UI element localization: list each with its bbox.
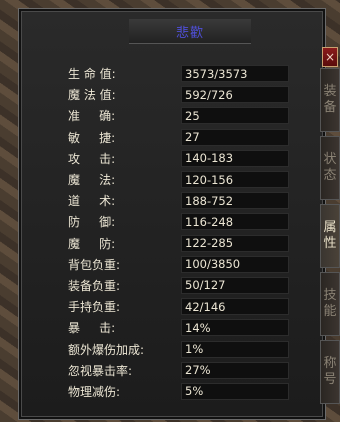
- stat-row: 生 命 值: 3573/3573: [56, 63, 296, 84]
- tab-label-char: 属: [323, 220, 337, 235]
- tab-equipment[interactable]: 装备: [320, 68, 340, 132]
- stats-list: 生 命 值: 3573/3573 魔 法 值: 592/726 准 确: 25 敏 捷: 27…: [56, 63, 296, 402]
- stat-label: 暴 击:: [68, 321, 116, 336]
- stat-value: 592/726: [181, 86, 289, 104]
- tab-label-char: 备: [323, 100, 337, 115]
- stat-row: 装备负重: 50/127: [56, 275, 296, 296]
- stat-row: 道 术: 188-752: [56, 190, 296, 211]
- stat-row: 准 确: 25: [56, 105, 296, 126]
- stat-label: 道 术:: [68, 194, 116, 209]
- stat-row: 敏 捷: 27: [56, 127, 296, 148]
- tab-label-char: 号: [323, 372, 337, 387]
- stat-label: 背包负重:: [68, 257, 121, 272]
- tab-label-char: 态: [323, 168, 337, 183]
- tab-attributes[interactable]: 属性: [320, 204, 340, 268]
- close-button[interactable]: ×: [322, 47, 338, 67]
- stat-label: 防 御:: [68, 215, 116, 230]
- stat-label: 敏 捷:: [68, 130, 116, 145]
- stat-label: 攻 击:: [68, 151, 116, 166]
- stat-row: 魔 法: 120-156: [56, 169, 296, 190]
- stat-label: 生 命 值:: [68, 67, 116, 82]
- stat-row: 魔 法 值: 592/726: [56, 84, 296, 105]
- tab-label-char: 装: [323, 84, 337, 99]
- stat-label: 魔 防:: [68, 236, 116, 251]
- tab-skills[interactable]: 技能: [320, 272, 340, 336]
- stat-label: 物理减伤:: [68, 384, 121, 399]
- stat-label: 额外爆伤加成:: [68, 342, 145, 357]
- character-attributes-window: 悲歡 生 命 值: 3573/3573 魔 法 值: 592/726 准 确: 25 敏 捷…: [18, 8, 326, 420]
- stat-label: 魔 法:: [68, 173, 116, 188]
- stat-value: 25: [181, 107, 289, 125]
- stat-row: 攻 击: 140-183: [56, 148, 296, 169]
- stat-value: 1%: [181, 340, 289, 358]
- stat-row: 防 御: 116-248: [56, 211, 296, 232]
- stat-value: 188-752: [181, 192, 289, 210]
- stat-row: 额外爆伤加成: 1%: [56, 338, 296, 359]
- stat-label: 忽视暴击率:: [68, 363, 133, 378]
- stat-row: 物理减伤: 5%: [56, 381, 296, 402]
- title-bar: 悲歡: [129, 19, 251, 44]
- tab-label-char: 性: [323, 236, 337, 251]
- tab-label-char: 称: [323, 356, 337, 371]
- tab-status[interactable]: 状态: [320, 136, 340, 200]
- stat-label: 准 确:: [68, 109, 116, 124]
- tab-label-char: 状: [323, 152, 337, 167]
- stat-value: 5%: [181, 382, 289, 400]
- stat-label: 魔 法 值:: [68, 88, 116, 103]
- stat-label: 装备负重:: [68, 278, 121, 293]
- stat-row: 背包负重: 100/3850: [56, 254, 296, 275]
- tab-titles[interactable]: 称号: [320, 340, 340, 404]
- stat-value: 14%: [181, 319, 289, 337]
- tab-label-char: 技: [323, 288, 337, 303]
- stat-value: 3573/3573: [181, 65, 289, 83]
- stat-row: 手持负重: 42/146: [56, 296, 296, 317]
- stat-value: 100/3850: [181, 255, 289, 273]
- stat-label: 手持负重:: [68, 300, 121, 315]
- tab-label-char: 能: [323, 304, 337, 319]
- stat-value: 122-285: [181, 234, 289, 252]
- stat-value: 116-248: [181, 213, 289, 231]
- stat-value: 27%: [181, 361, 289, 379]
- stat-row: 忽视暴击率: 27%: [56, 360, 296, 381]
- stat-value: 140-183: [181, 149, 289, 167]
- side-tabs: 装备状态属性技能称号: [320, 68, 340, 408]
- stat-value: 50/127: [181, 276, 289, 294]
- stat-value: 120-156: [181, 171, 289, 189]
- stat-value: 27: [181, 128, 289, 146]
- window-title: 悲歡: [175, 25, 204, 41]
- stat-row: 暴 击: 14%: [56, 317, 296, 338]
- stat-value: 42/146: [181, 298, 289, 316]
- stat-row: 魔 防: 122-285: [56, 233, 296, 254]
